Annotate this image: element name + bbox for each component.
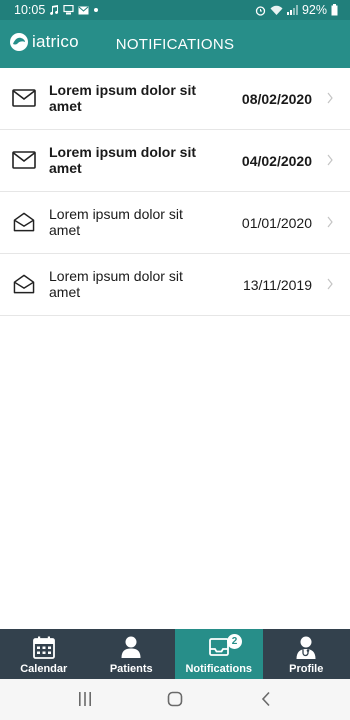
notification-text: Lorem ipsum dolor sit amet [49, 268, 183, 300]
envelope-open-icon [13, 274, 35, 294]
status-time: 10:05 [14, 3, 46, 17]
app-header: iatrico NOTIFICATIONS [0, 20, 350, 68]
inbox-icon [208, 635, 229, 659]
notification-item[interactable]: Lorem ipsum dolor sit amet 08/02/2020 [0, 68, 350, 130]
back-icon[interactable] [261, 691, 271, 707]
tab-label: Notifications [185, 663, 253, 675]
envelope-closed-icon [12, 89, 36, 107]
tab-calendar[interactable]: Calendar [0, 629, 88, 679]
person-icon [121, 635, 141, 659]
chevron-right-icon [327, 278, 333, 290]
chevron-right-icon [327, 92, 333, 104]
notification-date: 01/01/2020 [241, 215, 312, 231]
notification-text: Lorem ipsum dolor sit amet [49, 82, 197, 114]
status-right: 92% [255, 3, 338, 17]
dot-icon [94, 8, 99, 12]
notification-text: Lorem ipsum dolor sit amet [49, 144, 197, 176]
notification-item[interactable]: Lorem ipsum dolor sit amet 13/11/2019 [0, 254, 350, 316]
status-left: 10:05 [14, 3, 99, 17]
notification-date: 08/02/2020 [241, 91, 312, 107]
calendar-icon [32, 635, 55, 659]
alarm-icon [255, 5, 266, 16]
notification-date: 04/02/2020 [241, 153, 312, 169]
battery-icon [331, 4, 338, 16]
tab-patients[interactable]: Patients [88, 629, 176, 679]
chevron-right-icon [327, 154, 333, 166]
notification-date: 13/11/2019 [242, 277, 312, 293]
notification-list: Lorem ipsum dolor sit amet 08/02/2020 Lo… [0, 68, 350, 316]
system-nav-bar [0, 679, 350, 720]
notification-text: Lorem ipsum dolor sit amet [49, 206, 183, 238]
page-title: NOTIFICATIONS [115, 36, 235, 53]
signal-icon [286, 5, 298, 15]
mail-icon [78, 6, 89, 14]
home-icon[interactable] [167, 691, 183, 707]
tab-label: Profile [289, 663, 324, 675]
notification-count-badge: 2 [227, 634, 242, 649]
notification-item[interactable]: Lorem ipsum dolor sit amet 04/02/2020 [0, 130, 350, 192]
tab-label: Patients [109, 663, 153, 675]
battery-percent: 92% [301, 3, 327, 17]
bottom-tab-bar: Calendar Patients 2 Notifications Profil… [0, 629, 350, 679]
recent-apps-icon[interactable] [78, 691, 92, 707]
tab-profile[interactable]: Profile [263, 629, 350, 679]
envelope-closed-icon [12, 151, 36, 169]
notification-item[interactable]: Lorem ipsum dolor sit amet 01/01/2020 [0, 192, 350, 254]
envelope-open-icon [13, 212, 35, 232]
chevron-right-icon [327, 216, 333, 228]
tab-label: Calendar [20, 663, 68, 675]
wifi-icon [270, 5, 283, 15]
cast-icon [63, 5, 74, 15]
status-bar: 10:05 92% [0, 0, 350, 20]
doctor-icon [295, 635, 317, 659]
music-note-icon [50, 5, 59, 15]
tab-notifications[interactable]: 2 Notifications [175, 629, 263, 679]
